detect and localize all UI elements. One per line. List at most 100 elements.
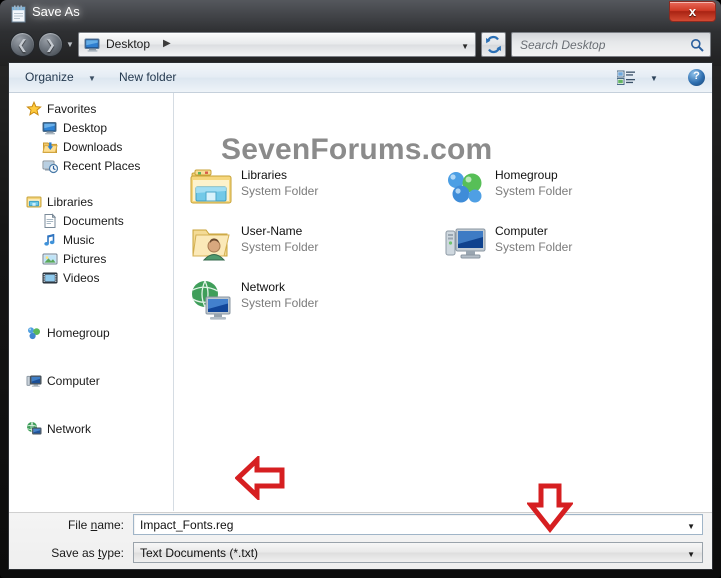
sidebar-item-pictures[interactable]: Pictures — [9, 249, 173, 268]
pictures-icon — [42, 251, 58, 267]
help-icon: ? — [693, 70, 700, 82]
desktop-icon — [84, 37, 101, 53]
sidebar-label: Computer — [47, 373, 100, 388]
sidebar-item-downloads[interactable]: Downloads — [9, 137, 173, 156]
nav-group-homegroup: Homegroup — [9, 323, 173, 342]
breadcrumb-separator-icon[interactable]: ▶ — [163, 38, 171, 49]
sidebar-label: Homegroup — [47, 325, 110, 340]
refresh-button[interactable] — [481, 32, 506, 57]
computer-icon — [26, 373, 42, 389]
list-item[interactable]: Computer System Folder — [443, 220, 693, 268]
item-type: System Folder — [241, 240, 319, 254]
back-arrow-icon: ❮ — [17, 36, 28, 52]
sidebar-label: Downloads — [63, 139, 123, 154]
sidebar-label: Desktop — [63, 120, 108, 135]
dialog-button-strip: Hide Folders Encoding: Unicode ▼ Save Ca… — [9, 569, 712, 570]
file-name-label: File name: — [67, 518, 124, 532]
address-chevron-down-icon[interactable]: ▼ — [461, 42, 469, 51]
help-button[interactable]: ? — [688, 69, 705, 86]
recent-locations-chevron-down-icon[interactable]: ▼ — [66, 40, 74, 49]
item-type: System Folder — [241, 184, 319, 198]
sidebar-item-libraries[interactable]: Libraries — [9, 192, 173, 211]
view-options-icon[interactable] — [616, 70, 635, 86]
recent-places-icon — [42, 158, 59, 174]
dialog-client-area: Organize ▼ New folder ▼ ? SevenForums.co… — [8, 62, 713, 570]
file-name-input[interactable]: Impact_Fonts.reg ▼ — [133, 514, 703, 535]
homegroup-icon — [26, 325, 42, 341]
navigation-pane[interactable]: Favorites Desktop Downloads Recent Place… — [9, 93, 174, 511]
search-box[interactable]: Search Desktop — [511, 32, 711, 57]
window-title: Save As — [32, 4, 80, 19]
sidebar-item-videos[interactable]: Videos — [9, 268, 173, 287]
nav-group-computer: Computer — [9, 371, 173, 390]
downloads-icon — [42, 139, 58, 155]
close-button[interactable]: x — [669, 1, 716, 22]
nav-group-network: Network — [9, 419, 173, 438]
sidebar-item-desktop[interactable]: Desktop — [9, 118, 173, 137]
file-name-chevron-down-icon[interactable]: ▼ — [687, 522, 695, 531]
save-as-type-value: Text Documents (*.txt) — [140, 546, 259, 560]
breadcrumb-desktop[interactable]: Desktop — [106, 37, 150, 51]
sidebar-label: Libraries — [47, 194, 94, 209]
sidebar-label: Videos — [63, 270, 100, 285]
forward-arrow-icon: ❯ — [45, 36, 56, 52]
save-as-type-select[interactable]: Text Documents (*.txt) ▼ — [133, 542, 703, 563]
view-chevron-down-icon[interactable]: ▼ — [650, 74, 658, 83]
organize-button[interactable]: Organize — [25, 70, 74, 84]
item-type: System Folder — [241, 296, 319, 310]
item-name: Libraries — [241, 168, 288, 182]
nav-group-libraries: Libraries Documents Music Pictures Video… — [9, 192, 173, 287]
sidebar-item-music[interactable]: Music — [9, 230, 173, 249]
address-bar[interactable]: Desktop ▶ ▼ — [78, 32, 476, 57]
save-as-dialog: Save As x ❮ ❯ ▼ Desktop ▶ ▼ Search Deskt… — [0, 0, 721, 578]
list-item[interactable]: Homegroup System Folder — [443, 164, 693, 212]
item-name: Network — [241, 280, 286, 294]
music-icon — [42, 232, 58, 248]
sidebar-label: Network — [47, 421, 92, 436]
sidebar-label: Documents — [63, 213, 124, 228]
refresh-icon — [486, 35, 501, 54]
sidebar-item-documents[interactable]: Documents — [9, 211, 173, 230]
user-folder-icon — [189, 222, 233, 266]
item-name: User-Name — [241, 224, 303, 238]
nav-group-favorites: Favorites Desktop Downloads Recent Place… — [9, 99, 173, 175]
computer-icon — [443, 222, 487, 266]
sidebar-label: Pictures — [63, 251, 107, 266]
save-form-area: File name: Impact_Fonts.reg ▼ Save as ty… — [9, 512, 712, 569]
file-list-pane[interactable]: Libraries System Folder Homegroup System… — [175, 93, 712, 511]
network-icon — [26, 421, 42, 437]
videos-icon — [42, 270, 58, 286]
documents-icon — [42, 212, 58, 229]
item-type: System Folder — [495, 184, 573, 198]
address-bar-row: ❮ ❯ ▼ Desktop ▶ ▼ Search Desktop — [0, 30, 721, 60]
sidebar-label: Recent Places — [63, 158, 141, 173]
file-name-value: Impact_Fonts.reg — [140, 518, 234, 532]
search-icon — [690, 38, 704, 57]
star-icon — [26, 100, 42, 117]
command-toolbar: Organize ▼ New folder ▼ ? — [9, 63, 712, 93]
sidebar-item-computer[interactable]: Computer — [9, 371, 173, 390]
libraries-folder-icon — [189, 166, 233, 210]
item-type: System Folder — [495, 240, 573, 254]
sidebar-label: Music — [63, 232, 95, 247]
sidebar-item-network[interactable]: Network — [9, 419, 173, 438]
back-button[interactable]: ❮ — [10, 32, 35, 57]
close-icon: x — [688, 4, 697, 19]
network-icon — [189, 278, 233, 322]
sidebar-item-recent-places[interactable]: Recent Places — [9, 156, 173, 175]
desktop-icon — [42, 120, 58, 136]
notepad-icon — [10, 5, 27, 23]
save-as-type-label: Save as type: — [51, 546, 124, 560]
homegroup-icon — [443, 166, 487, 210]
organize-chevron-down-icon[interactable]: ▼ — [88, 74, 96, 83]
save-as-type-chevron-down-icon[interactable]: ▼ — [687, 550, 695, 559]
sidebar-item-homegroup[interactable]: Homegroup — [9, 323, 173, 342]
forward-button[interactable]: ❯ — [38, 32, 63, 57]
title-bar: Save As x — [0, 0, 721, 28]
sidebar-item-favorites[interactable]: Favorites — [9, 99, 173, 118]
search-input[interactable]: Search Desktop — [520, 38, 605, 52]
list-item[interactable]: Libraries System Folder — [189, 164, 439, 212]
new-folder-button[interactable]: New folder — [119, 70, 176, 84]
list-item[interactable]: User-Name System Folder — [189, 220, 439, 268]
list-item[interactable]: Network System Folder — [189, 276, 439, 324]
